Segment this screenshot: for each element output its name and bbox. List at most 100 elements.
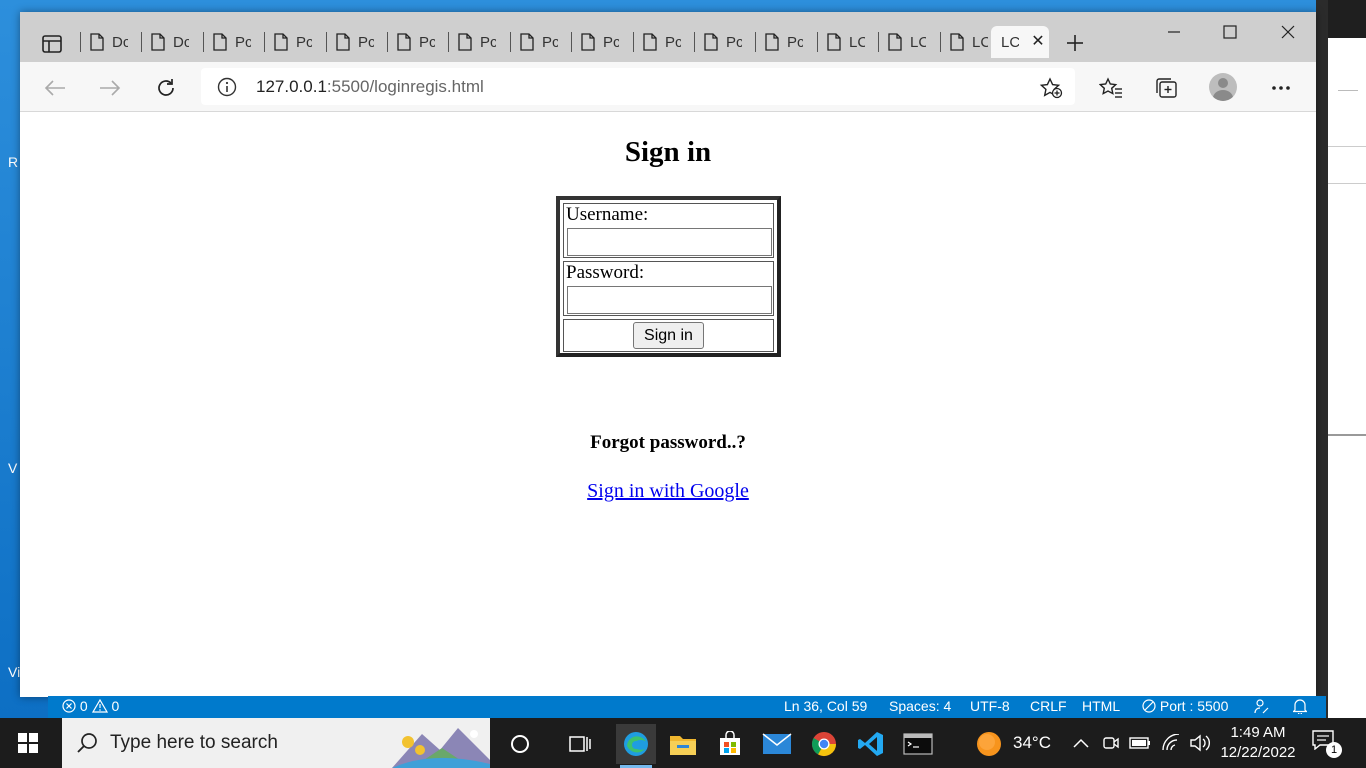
- line-ending[interactable]: CRLF: [1030, 698, 1067, 714]
- tab-title: Pc: [665, 33, 681, 51]
- taskbar-vscode[interactable]: [851, 724, 891, 764]
- error-icon: [62, 699, 76, 713]
- battery-icon: [1129, 737, 1150, 749]
- action-center-button[interactable]: 1: [1312, 730, 1344, 758]
- page-icon: [274, 33, 288, 51]
- tab[interactable]: Pc: [448, 26, 508, 58]
- site-info-icon[interactable]: [217, 77, 237, 97]
- refresh-button[interactable]: [151, 73, 181, 103]
- background-window[interactable]: [1316, 0, 1366, 718]
- tab-title: Pc: [787, 33, 803, 51]
- tab[interactable]: Pc: [203, 26, 263, 58]
- taskbar-edge[interactable]: [616, 724, 656, 768]
- taskbar-terminal[interactable]: [898, 724, 938, 764]
- page-icon: [397, 33, 411, 51]
- cursor-position[interactable]: Ln 36, Col 59: [784, 698, 867, 714]
- tab[interactable]: Pc: [326, 26, 386, 58]
- minimize-button[interactable]: [1146, 18, 1202, 46]
- tab-title: Pc: [235, 33, 251, 51]
- tab-separator: [80, 32, 81, 52]
- taskbar-microsoft-store[interactable]: [710, 724, 750, 764]
- url-path: :5500/loginregis.html: [326, 77, 484, 96]
- tab[interactable]: Dc: [80, 26, 140, 58]
- url-host: 127.0.0.1: [256, 77, 327, 96]
- search-highlight-illustration-icon: [392, 728, 490, 768]
- tab-actions-menu[interactable]: [32, 30, 72, 58]
- battery-button[interactable]: [1129, 732, 1151, 754]
- volume-button[interactable]: [1189, 732, 1211, 754]
- background-window-titlebar: [1328, 0, 1366, 38]
- close-tab-icon[interactable]: ✕: [1029, 32, 1047, 50]
- network-button[interactable]: [1160, 732, 1182, 754]
- url-text[interactable]: 127.0.0.1:5500/loginregis.html: [256, 77, 484, 97]
- indentation[interactable]: Spaces: 4: [889, 698, 951, 714]
- cortana-icon: [511, 735, 529, 753]
- forward-arrow-icon: [100, 80, 121, 96]
- meet-now-button[interactable]: [1100, 732, 1122, 754]
- taskbar-file-explorer[interactable]: [663, 724, 703, 764]
- start-button[interactable]: [8, 728, 48, 758]
- address-bar[interactable]: 127.0.0.1:5500/loginregis.html: [201, 68, 1075, 105]
- vscode-icon: [858, 732, 883, 756]
- taskbar-mail[interactable]: [757, 724, 797, 764]
- tab[interactable]: Pc: [694, 26, 754, 58]
- username-input[interactable]: [567, 228, 772, 256]
- tab[interactable]: Pc: [755, 26, 815, 58]
- tab[interactable]: LC: [817, 26, 877, 58]
- google-signin-link[interactable]: Sign in with Google: [587, 480, 749, 502]
- tab-separator: [817, 32, 818, 52]
- favorites-button[interactable]: [1096, 73, 1126, 103]
- tab[interactable]: Pc: [510, 26, 570, 58]
- tab[interactable]: Dc: [141, 26, 201, 58]
- password-input[interactable]: [567, 286, 772, 314]
- tab[interactable]: Pc: [571, 26, 631, 58]
- tab-active[interactable]: LC ✕: [991, 26, 1049, 58]
- feedback-button[interactable]: [1254, 698, 1270, 717]
- vscode-statusbar: 0 0 Ln 36, Col 59 Spaces: 4 UTF-8 CRLF H…: [48, 696, 1326, 718]
- tab[interactable]: LC: [878, 26, 938, 58]
- page-content: Sign in Username: Password: Sign in Forg…: [20, 112, 1316, 697]
- browser-window: Dc Dc Pc Pc Pc Pc Pc Pc Pc Pc Pc Pc LC LC LC LC ✕: [20, 12, 1316, 697]
- browser-toolbar: 127.0.0.1:5500/loginregis.html: [20, 62, 1316, 112]
- maximize-icon: [1223, 25, 1237, 39]
- taskbar-chrome[interactable]: [804, 724, 844, 764]
- edge-icon: [624, 732, 648, 756]
- tab-separator: [203, 32, 204, 52]
- forward-button[interactable]: [95, 73, 125, 103]
- desktop-label: Vi: [8, 664, 21, 680]
- notifications-button[interactable]: [1292, 698, 1308, 717]
- back-button[interactable]: [40, 73, 70, 103]
- system-clock[interactable]: 1:49 AM 12/22/2022: [1218, 723, 1298, 763]
- show-hidden-icons-button[interactable]: [1070, 732, 1092, 754]
- tab[interactable]: Pc: [633, 26, 693, 58]
- collections-button[interactable]: [1151, 73, 1181, 103]
- weather-widget[interactable]: [969, 724, 1009, 764]
- sign-in-button[interactable]: Sign in: [633, 322, 704, 349]
- encoding[interactable]: UTF-8: [970, 698, 1010, 714]
- add-favorite-icon[interactable]: [1039, 77, 1063, 99]
- task-view-button[interactable]: [560, 724, 600, 764]
- search-placeholder: Type here to search: [110, 732, 278, 753]
- taskbar: Type here to search 34°C 1:49 AM 12/22/2…: [0, 718, 1366, 768]
- problems-indicator[interactable]: 0 0: [62, 698, 119, 714]
- close-window-button[interactable]: [1260, 18, 1316, 46]
- settings-more-button[interactable]: [1266, 73, 1296, 103]
- new-tab-button[interactable]: [1060, 28, 1090, 58]
- maximize-button[interactable]: [1202, 18, 1258, 46]
- tab[interactable]: Pc: [387, 26, 447, 58]
- cortana-button[interactable]: [500, 724, 540, 764]
- live-server-port[interactable]: Port : 5500: [1142, 698, 1228, 714]
- warning-icon: [91, 698, 108, 713]
- tab-separator: [264, 32, 265, 52]
- plus-icon: [1067, 35, 1083, 51]
- tab-title: Pc: [542, 33, 558, 51]
- page-icon: [704, 33, 718, 51]
- tab-title: Pc: [480, 33, 496, 51]
- profile-avatar[interactable]: [1209, 73, 1237, 101]
- sun-icon: [977, 732, 1001, 756]
- taskbar-search-box[interactable]: Type here to search: [62, 718, 490, 768]
- language-mode[interactable]: HTML: [1082, 698, 1120, 714]
- username-cell: Username:: [563, 203, 774, 258]
- store-icon: [720, 731, 740, 755]
- tab[interactable]: Pc: [264, 26, 324, 58]
